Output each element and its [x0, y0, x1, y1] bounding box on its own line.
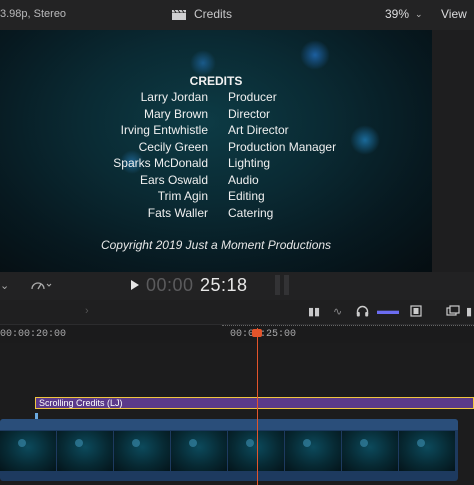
- credits-heading: CREDITS: [189, 74, 243, 88]
- credit-role: Director: [228, 106, 271, 121]
- timecode-display[interactable]: 25:18: [200, 275, 248, 296]
- timeline-ruler[interactable]: 00:00:20:00 00:00:25:00: [0, 325, 474, 343]
- snapping-icon[interactable]: ▬▬: [377, 305, 399, 317]
- chevron-right-icon[interactable]: ›: [85, 305, 89, 317]
- credit-role: Catering: [228, 205, 274, 220]
- tool-menu[interactable]: ⌄: [0, 279, 9, 292]
- project-title-text: Credits: [194, 7, 233, 21]
- filmstrip-icon[interactable]: [410, 305, 422, 320]
- audio-meter-right: [284, 275, 289, 295]
- clip-thumbnail: [171, 431, 227, 471]
- credit-name: Mary Brown: [143, 106, 208, 121]
- overlap-windows-icon[interactable]: [446, 305, 460, 320]
- credit-row: Larry Jordan Producer: [0, 90, 432, 106]
- credit-role: Audio: [228, 172, 259, 187]
- side-panel: [432, 30, 474, 272]
- clip-thumbnail: [399, 431, 455, 471]
- clip-appearance-icon[interactable]: ▮▮: [308, 305, 320, 318]
- ruler-label: 00:00:20:00: [0, 329, 67, 340]
- clip-thumbnail: [114, 431, 170, 471]
- clip-thumbnail: [228, 431, 284, 471]
- ruler-range-indicator: [222, 325, 474, 327]
- credit-row: Ears Oswald Audio: [0, 173, 432, 189]
- credit-row: Mary Brown Director: [0, 107, 432, 123]
- credit-name: Cecily Green: [138, 139, 208, 154]
- ruler-label: 00:00:25:00: [230, 329, 297, 340]
- title-clip[interactable]: Scrolling Credits (LJ): [35, 397, 474, 409]
- viewer-header: 3.98p, Stereo Credits 39% ⌄ View: [0, 0, 474, 30]
- zoom-menu[interactable]: 39% ⌄: [385, 7, 423, 21]
- clip-thumbnail: [57, 431, 113, 471]
- credit-name: Larry Jordan: [140, 90, 208, 104]
- credit-row: Fats Waller Catering: [0, 206, 432, 222]
- play-button[interactable]: [131, 280, 139, 290]
- timecode-leading: 00:00: [146, 275, 194, 295]
- playhead[interactable]: [257, 328, 258, 485]
- clip-thumbnail: [342, 431, 398, 471]
- credit-row: Cecily Green Production Manager: [0, 140, 432, 156]
- zoom-value: 39%: [385, 7, 410, 21]
- playhead-handle[interactable]: [252, 329, 262, 337]
- format-label: 3.98p, Stereo: [0, 8, 67, 20]
- transport-bar: ⌄ 00:00 25:18: [0, 272, 474, 300]
- audio-meter-left: [275, 275, 280, 295]
- copyright-line: Copyright 2019 Just a Moment Productions: [100, 238, 332, 252]
- speed-gauge-icon[interactable]: [30, 278, 52, 295]
- credit-row: Trim Agin Editing: [0, 189, 432, 205]
- audio-skimming-icon[interactable]: ∿: [333, 305, 342, 318]
- credit-role: Producer: [228, 90, 277, 104]
- credit-row: Sparks McDonald Lighting: [0, 156, 432, 172]
- timeline-toolbar: › ▮▮ ∿ ▬▬ ▮: [0, 300, 474, 325]
- credit-name: Ears Oswald: [139, 172, 208, 187]
- clapper-icon: [172, 9, 186, 20]
- credit-name: Trim Agin: [157, 189, 208, 203]
- title-clip-label: Scrolling Credits (LJ): [39, 398, 123, 408]
- credit-name: Irving Entwhistle: [120, 123, 208, 137]
- video-viewer: CREDITS Larry Jordan Producer Mary Brown D…: [0, 30, 432, 272]
- clip-header: [0, 419, 458, 430]
- credit-role: Lighting: [228, 156, 271, 170]
- view-menu[interactable]: View: [441, 7, 467, 21]
- chevron-down-icon: ⌄: [415, 8, 423, 19]
- video-clip[interactable]: [0, 419, 458, 481]
- clip-thumbnail: [285, 431, 341, 471]
- credit-row: Irving Entwhistle Art Director: [0, 123, 432, 139]
- bokeh-light: [190, 50, 216, 76]
- clip-thumbnail: [0, 431, 56, 471]
- credit-name: Fats Waller: [147, 205, 208, 220]
- project-title: Credits: [172, 7, 232, 21]
- credit-role: Art Director: [228, 123, 289, 137]
- timeline-index-icon[interactable]: ▮: [466, 305, 472, 318]
- credit-name: Sparks McDonald: [113, 156, 208, 170]
- credit-role: Production Manager: [228, 139, 337, 154]
- bokeh-light: [300, 40, 330, 70]
- headphones-icon[interactable]: [356, 305, 369, 320]
- credit-role: Editing: [228, 189, 265, 203]
